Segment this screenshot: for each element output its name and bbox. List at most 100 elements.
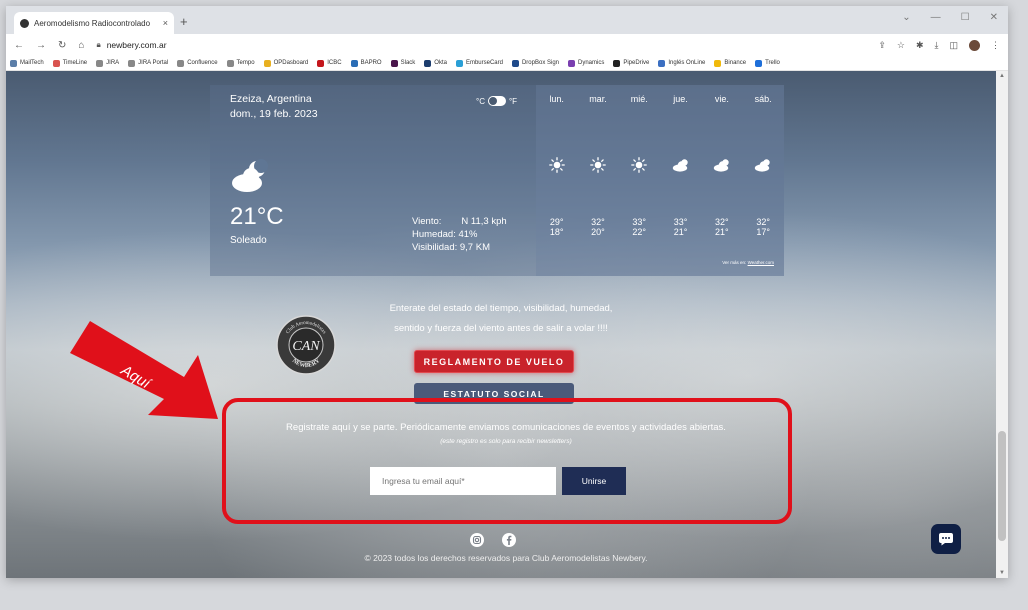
bookmark-item[interactable]: ICBC — [317, 59, 342, 67]
bookmark-favicon-icon — [226, 59, 234, 67]
bookmark-item[interactable]: EmburseCard — [455, 59, 503, 67]
bookmark-label: Binance — [724, 60, 747, 66]
bookmark-item[interactable]: DropBox Sign — [511, 59, 559, 67]
bookmark-item[interactable]: OPDasboard — [263, 59, 308, 67]
page-scrollbar[interactable]: ▲ ▼ — [996, 71, 1008, 578]
reglamento-button[interactable]: REGLAMENTO DE VUELO — [414, 350, 574, 373]
bookmark-item[interactable]: Inglés OnLine — [658, 59, 706, 67]
bookmark-label: Inglés OnLine — [668, 60, 706, 66]
bookmark-item[interactable]: Tempo — [226, 59, 255, 67]
bookmark-label: Okta — [434, 60, 447, 66]
sun-icon — [536, 152, 577, 178]
bookmark-favicon-icon — [714, 59, 722, 67]
scroll-thumb[interactable] — [998, 431, 1006, 541]
forecast-day-name: lun. — [549, 94, 564, 104]
bookmark-item[interactable]: JIRA Portal — [128, 59, 168, 67]
bookmark-item[interactable]: Confluence — [177, 59, 218, 67]
back-icon[interactable]: ← — [14, 40, 24, 51]
bookmark-favicon-icon — [755, 59, 763, 67]
svg-text:CAN: CAN — [292, 339, 320, 354]
weather-com-link[interactable]: Weather.com — [748, 260, 774, 265]
forecast-high: 33° — [673, 217, 688, 227]
forecast-high: 32° — [715, 217, 729, 227]
scroll-down-icon[interactable]: ▼ — [999, 570, 1005, 576]
bookmark-label: JIRA — [106, 60, 120, 66]
visibility: Visibilidad: 9,7 KM — [412, 242, 490, 253]
url-text: newbery.com.ar — [106, 40, 167, 50]
maximize-icon[interactable]: ☐ — [961, 12, 970, 23]
intro-line-2: sentido y fuerza del viento antes de sal… — [394, 323, 608, 334]
bookmark-favicon-icon — [658, 59, 666, 67]
extensions-icon[interactable]: ✱ — [916, 40, 924, 51]
cloud-sun-icon — [701, 152, 742, 178]
forward-icon[interactable]: → — [36, 40, 46, 51]
forecast-day-name: mié. — [630, 94, 648, 104]
bookmark-favicon-icon — [317, 59, 325, 67]
weather-widget: Ezeiza, Argentina dom., 19 feb. 2023 °C … — [210, 85, 784, 276]
forecast-day: vie. 32° 21° — [701, 94, 742, 237]
bookmark-label: Confluence — [187, 60, 218, 66]
reload-icon[interactable]: ↻ — [58, 40, 66, 51]
sun-icon — [577, 152, 618, 178]
forecast-high: 32° — [591, 217, 605, 227]
bookmark-item[interactable]: Binance — [714, 59, 747, 67]
forecast-high: 29° — [549, 217, 564, 227]
toolbar-actions: ⇪ ☆ ✱ ⤓ ◫ ⋮ — [878, 39, 1000, 51]
instagram-icon[interactable] — [470, 533, 484, 547]
share-icon[interactable]: ⇪ — [878, 40, 886, 51]
close-window-icon[interactable]: ✕ — [990, 12, 998, 23]
wind-value: N 11,3 kph — [461, 216, 507, 227]
forecast-day: mar. 32° 20° — [577, 94, 618, 237]
bookmark-item[interactable]: PipeDrive — [613, 59, 649, 67]
bookmark-item[interactable]: JIRA — [96, 59, 120, 67]
unit-celsius: °C — [476, 96, 485, 106]
forecast-day: lun. 29° 18° — [536, 94, 577, 237]
bookmark-star-icon[interactable]: ☆ — [897, 40, 905, 51]
bookmark-item[interactable]: MailTech — [10, 59, 44, 67]
site-favicon-icon — [20, 18, 29, 28]
bookmark-item[interactable]: Okta — [424, 59, 447, 67]
bookmark-favicon-icon — [455, 59, 463, 67]
cloud-sun-icon — [742, 152, 783, 178]
footer-copyright: © 2023 todos los derechos reservados par… — [364, 553, 648, 563]
humidity: Humedad: 41% — [412, 229, 478, 240]
forecast-day-name: jue. — [673, 94, 688, 104]
download-icon[interactable]: ⤓ — [935, 40, 939, 51]
menu-icon[interactable]: ⋮ — [991, 40, 1000, 51]
side-panel-icon[interactable]: ◫ — [949, 40, 958, 51]
minimize-icon[interactable]: — — [931, 12, 941, 23]
bookmark-favicon-icon — [128, 59, 136, 67]
tab-close-icon[interactable]: × — [163, 18, 168, 28]
forecast-day: mié. 33° 22° — [619, 94, 660, 237]
bookmark-favicon-icon — [52, 59, 60, 67]
unit-toggle[interactable]: °C °F — [476, 96, 517, 106]
bookmark-item[interactable]: Dynamics — [568, 59, 605, 67]
bookmark-favicon-icon — [511, 59, 519, 67]
address-bar[interactable]: 🔒︎ newbery.com.ar — [96, 40, 166, 50]
lock-icon[interactable]: 🔒︎ — [96, 40, 100, 50]
bookmark-favicon-icon — [10, 59, 17, 67]
browser-tab[interactable]: Aeromodelismo Radiocontrolado × — [14, 12, 174, 34]
bookmark-label: Dynamics — [578, 60, 605, 66]
profile-avatar[interactable] — [969, 39, 980, 51]
unit-switch[interactable] — [487, 96, 506, 106]
facebook-icon[interactable] — [502, 533, 516, 547]
intro-text: Enterate del estado del tiempo, visibili… — [296, 299, 706, 339]
bookmark-item[interactable]: Trello — [755, 59, 780, 67]
tab-search-icon[interactable]: ⌄ — [902, 12, 910, 23]
bookmark-item[interactable]: TimeLine — [52, 59, 87, 67]
forecast-low: 21° — [673, 227, 688, 237]
scroll-up-icon[interactable]: ▲ — [999, 73, 1005, 79]
cloud-sun-icon — [660, 152, 701, 178]
bookmark-favicon-icon — [177, 59, 185, 67]
forecast-day-name: sáb. — [754, 94, 772, 104]
chat-button[interactable] — [931, 524, 961, 554]
bookmark-item[interactable]: Slack — [390, 59, 415, 67]
bookmark-label: MailTech — [20, 60, 44, 66]
forecast-day: sáb. 32° 17° — [742, 94, 783, 237]
home-icon[interactable]: ⌂ — [78, 40, 84, 51]
new-tab-button[interactable]: + — [180, 14, 188, 29]
forecast-days: lun. 29° 18° mar. 32° 20° mié. 33° 22° jue. 33° 21°… — [536, 94, 784, 237]
red-arrow-annotation: Aquí — [70, 321, 218, 419]
bookmark-item[interactable]: BAPRO — [350, 59, 382, 67]
